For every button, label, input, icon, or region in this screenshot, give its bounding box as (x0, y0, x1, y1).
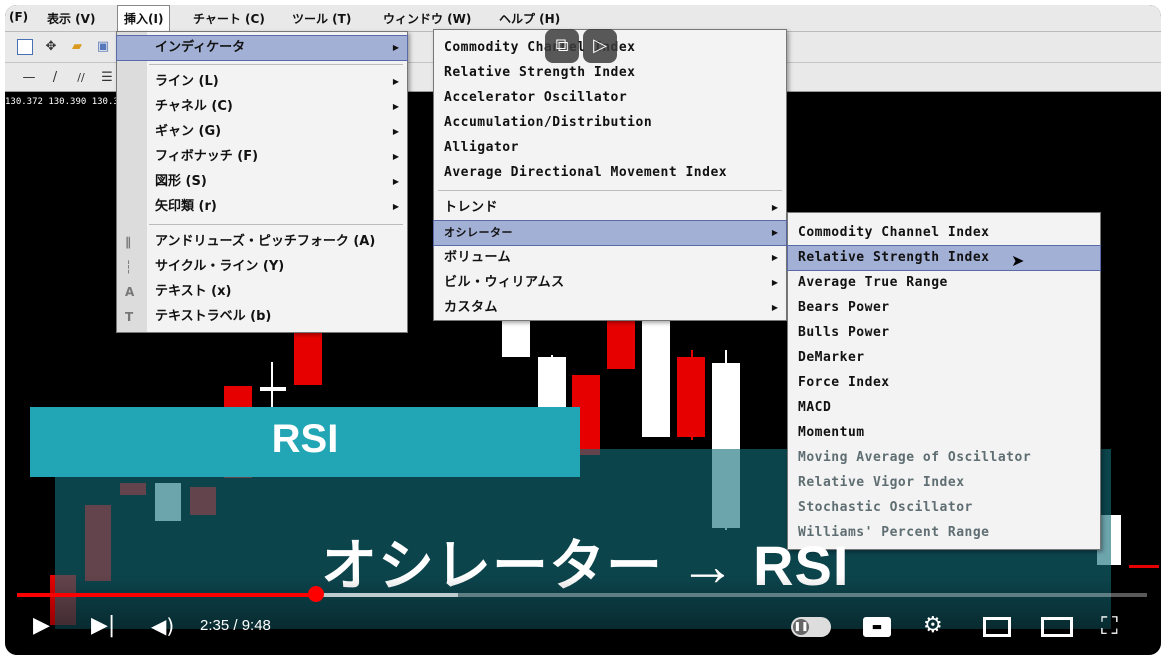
menu-item-pitchfork[interactable]: ∥ アンドリューズ・ピッチフォーク (A) (117, 230, 407, 254)
crosshair-icon[interactable]: ✥ (43, 39, 59, 55)
indicators-submenu: Commodity Channel Index Relative Strengt… (433, 29, 787, 321)
menu-item-osma[interactable]: Moving Average of Oscillator (788, 446, 1100, 470)
subtitles-icon[interactable]: ▬ (863, 617, 891, 637)
menu-item-force-index[interactable]: Force Index (788, 371, 1100, 395)
submenu-arrow-icon: ▶ (771, 203, 778, 212)
menu-item-atr[interactable]: Average True Range (788, 271, 1100, 295)
menu-item-line[interactable]: ライン (L) ▶ (117, 70, 407, 94)
submenu-arrow-icon: ▶ (771, 278, 778, 287)
rsi-banner: RSI (30, 407, 580, 477)
menu-file[interactable]: (F) (9, 10, 28, 24)
menu-item-alligator[interactable]: Alligator (434, 136, 786, 160)
menu-item-osc-rsi[interactable]: Relative Strength Index (787, 245, 1101, 271)
cycle-lines-icon: ┆ (125, 260, 133, 274)
menu-item-accelerator[interactable]: Accelerator Oscillator (434, 86, 786, 110)
submenu-arrow-icon: ▶ (392, 152, 399, 161)
autoplay-preview-icon[interactable]: ▷ (583, 29, 617, 63)
pause-icon: ❚❚ (793, 619, 809, 635)
fullscreen-icon[interactable]: ⛶ (1101, 613, 1118, 639)
menu-item-channel[interactable]: チャネル (C) ▶ (117, 95, 407, 119)
text-label-icon: T (125, 310, 134, 324)
submenu-arrow-icon: ▶ (392, 177, 399, 186)
menu-chart[interactable]: チャート (C) (193, 10, 265, 27)
fibonacci-icon[interactable]: /∕ (73, 70, 89, 86)
progress-bar[interactable] (17, 593, 1147, 597)
volume-icon[interactable]: ◀) (151, 613, 174, 639)
menu-item-shapes[interactable]: 図形 (S) ▶ (117, 170, 407, 194)
menu-item-indicators[interactable]: インディケータ ▶ (116, 35, 408, 61)
menu-separator (438, 190, 782, 191)
submenu-arrow-icon: ▶ (392, 202, 399, 211)
menu-item-bill-williams[interactable]: ビル・ウィリアムス ▶ (434, 271, 786, 295)
candle (260, 387, 286, 391)
menu-item-accumulation[interactable]: Accumulation/Distribution (434, 111, 786, 135)
menu-separator (149, 224, 403, 225)
miniplayer-icon[interactable]: ⧉ (545, 29, 579, 63)
menu-item-stochastic[interactable]: Stochastic Oscillator (788, 496, 1100, 520)
settings-gear-icon[interactable]: ⚙ (923, 613, 943, 639)
submenu-arrow-icon: ▶ (392, 77, 399, 86)
candle (607, 321, 635, 369)
menu-separator (149, 64, 403, 65)
chart-type-icon[interactable] (17, 39, 33, 55)
horizontal-line-icon[interactable]: — (21, 70, 37, 86)
candle (677, 357, 705, 437)
menu-item-adx[interactable]: Average Directional Movement Index (434, 161, 786, 185)
menu-item-trend[interactable]: トレンド ▶ (434, 196, 786, 220)
menu-item-momentum[interactable]: Momentum (788, 421, 1100, 445)
menu-item-fibonacci[interactable]: フィボナッチ (F) ▶ (117, 145, 407, 169)
menu-item-demarker[interactable]: DeMarker (788, 346, 1100, 370)
submenu-arrow-icon: ▶ (771, 228, 778, 237)
candle (502, 321, 530, 357)
autoplay-toggle[interactable]: ❚❚ (791, 617, 831, 637)
candle (642, 321, 670, 437)
progress-played (17, 593, 317, 597)
controls-gradient (5, 575, 1161, 655)
menu-item-text[interactable]: A テキスト (x) (117, 280, 407, 304)
menu-tools[interactable]: ツール (T) (292, 10, 351, 27)
menu-window[interactable]: ウィンドウ (W) (383, 10, 471, 27)
menu-help[interactable]: ヘルプ (H) (499, 10, 560, 27)
submenu-arrow-icon: ▶ (392, 127, 399, 136)
oscillators-submenu: Commodity Channel Index Relative Strengt… (787, 212, 1101, 550)
menu-item-gann[interactable]: ギャン (G) ▶ (117, 120, 407, 144)
time-display: 2:35 / 9:48 (200, 617, 271, 634)
mouse-cursor-icon: ➤ (1011, 251, 1025, 270)
theater-mode-icon[interactable] (1041, 617, 1073, 637)
list-icon[interactable]: ☰ (99, 70, 115, 86)
insert-menu: インディケータ ▶ ライン (L) ▶ チャネル (C) ▶ ギャン (G) ▶ フィボ… (116, 31, 408, 333)
miniplayer-button-icon[interactable] (983, 617, 1011, 637)
price-readout: 130.372 130.390 130.371 (5, 97, 130, 107)
menu-view[interactable]: 表示 (V) (47, 10, 95, 27)
video-player[interactable]: (F) 表示 (V) 挿入(I) チャート (C) ツール (T) ウィンドウ … (5, 5, 1161, 655)
candle (1129, 565, 1159, 568)
menu-item-cycle-lines[interactable]: ┆ サイクル・ライン (Y) (117, 255, 407, 279)
menu-item-osc-cci[interactable]: Commodity Channel Index (788, 221, 1100, 245)
menu-item-arrows[interactable]: 矢印類 (r) ▶ (117, 195, 407, 219)
menu-item-custom[interactable]: カスタム ▶ (434, 296, 786, 320)
submenu-arrow-icon: ▶ (392, 43, 399, 52)
submenu-arrow-icon: ▶ (771, 253, 778, 262)
submenu-arrow-icon: ▶ (392, 102, 399, 111)
trendline-icon[interactable]: / (47, 70, 63, 86)
folder-icon[interactable]: ▰ (69, 39, 85, 55)
window-icon[interactable]: ▣ (95, 39, 111, 55)
rsi-banner-text: RSI (271, 417, 339, 461)
menu-item-volume[interactable]: ボリューム ▶ (434, 246, 786, 270)
menu-item-bears-power[interactable]: Bears Power (788, 296, 1100, 320)
next-icon[interactable]: ▶| (91, 613, 115, 639)
menu-bar: (F) 表示 (V) 挿入(I) チャート (C) ツール (T) ウィンドウ … (5, 5, 1161, 32)
menu-item-rvi[interactable]: Relative Vigor Index (788, 471, 1100, 495)
pitchfork-icon: ∥ (125, 235, 131, 249)
play-icon[interactable]: ▶ (33, 613, 50, 639)
menu-item-oscillators[interactable]: オシレーター ▶ (433, 220, 787, 246)
submenu-arrow-icon: ▶ (771, 303, 778, 312)
menu-item-bulls-power[interactable]: Bulls Power (788, 321, 1100, 345)
menu-item-text-label[interactable]: T テキストラベル (b) (117, 305, 407, 329)
menu-item-rsi[interactable]: Relative Strength Index (434, 61, 786, 85)
menu-item-macd[interactable]: MACD (788, 396, 1100, 420)
menu-insert[interactable]: 挿入(I) (117, 5, 171, 31)
text-icon: A (125, 285, 135, 299)
